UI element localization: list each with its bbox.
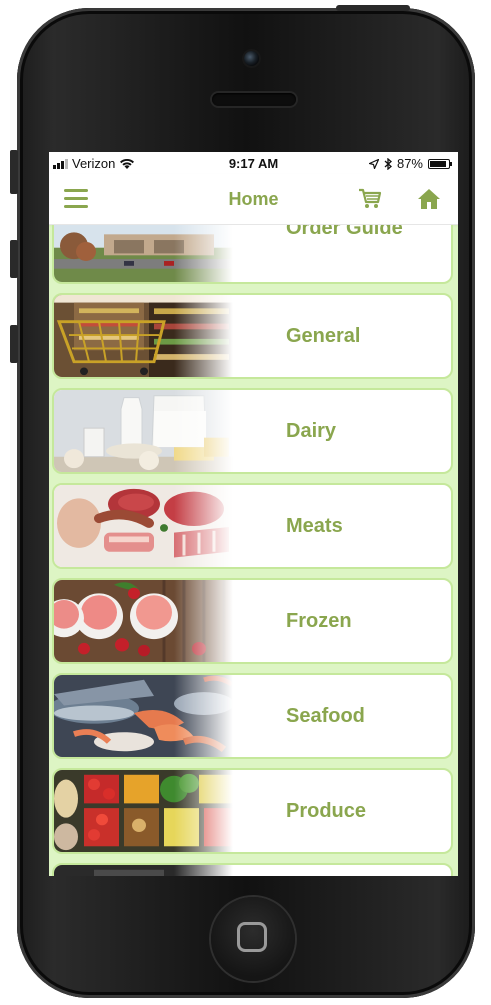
power-button	[336, 5, 410, 11]
home-icon	[418, 189, 440, 209]
front-camera	[244, 51, 259, 66]
location-arrow-icon	[368, 158, 379, 169]
category-label: Dairy	[286, 419, 337, 442]
category-label: General	[286, 324, 361, 347]
cart-button[interactable]	[358, 188, 382, 210]
status-bar: Verizon 9:17 AM 87%	[49, 152, 458, 174]
volume-up-button	[10, 240, 18, 278]
image-fade	[174, 295, 236, 377]
image-fade	[174, 675, 236, 757]
app-screen: Verizon 9:17 AM 87% Home Order Guide Gen…	[49, 152, 458, 876]
category-label: Order Guide	[286, 225, 403, 239]
image-fade	[174, 770, 236, 852]
category-label: Seafood	[286, 704, 365, 727]
category-seafood[interactable]: Seafood	[52, 673, 453, 759]
category-label: Meats	[286, 514, 343, 537]
category-general[interactable]: General	[52, 293, 453, 379]
home-button[interactable]	[417, 188, 441, 210]
category-label: Frozen	[286, 609, 352, 632]
battery-percentage: 87%	[396, 156, 423, 171]
earpiece-speaker	[212, 93, 296, 106]
image-fade	[174, 485, 236, 567]
image-fade	[174, 580, 236, 662]
volume-down-button	[10, 325, 18, 363]
home-button-square-icon	[237, 922, 267, 952]
category-list: Order Guide General Dairy Meats Frozen S…	[49, 225, 458, 876]
category-order-guide[interactable]: Order Guide	[52, 225, 453, 284]
category-partial-next[interactable]	[52, 863, 453, 876]
bluetooth-icon	[384, 157, 392, 170]
image-fade	[174, 225, 236, 282]
category-dairy[interactable]: Dairy	[52, 388, 453, 474]
navigation-bar: Home	[49, 174, 458, 225]
category-meats[interactable]: Meats	[52, 483, 453, 569]
category-frozen[interactable]: Frozen	[52, 578, 453, 664]
image-fade	[174, 390, 236, 472]
page-title: Home	[228, 189, 279, 209]
cart-icon	[359, 188, 382, 208]
battery-icon	[428, 158, 452, 169]
mute-switch	[10, 150, 18, 194]
category-label: Produce	[286, 799, 367, 822]
category-produce[interactable]: Produce	[52, 768, 453, 854]
image-fade	[174, 865, 236, 876]
